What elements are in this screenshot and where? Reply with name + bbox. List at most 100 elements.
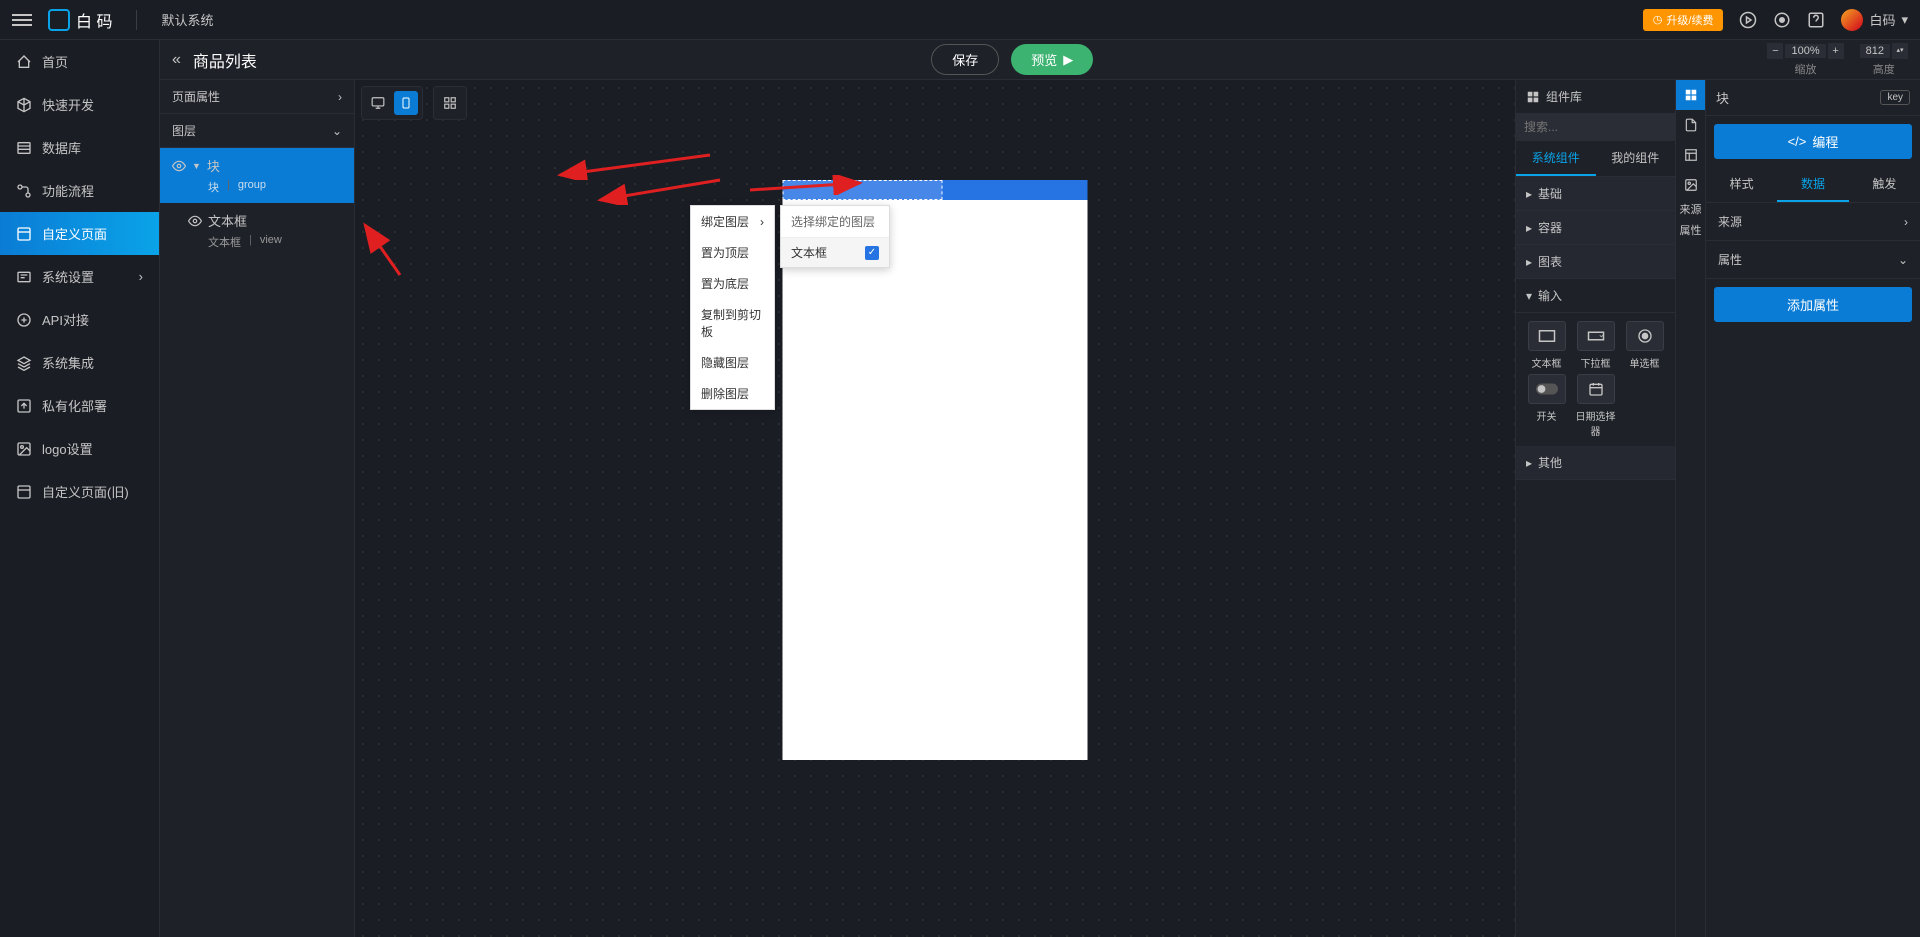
save-button[interactable]: 保存: [931, 44, 999, 75]
tool-source[interactable]: 来源: [1676, 200, 1705, 221]
tab-trigger[interactable]: 触发: [1849, 167, 1920, 202]
submenu-header: 选择绑定的图层: [781, 206, 889, 238]
annotation-arrow: [355, 220, 405, 280]
ctx-to-top[interactable]: 置为顶层: [691, 237, 774, 268]
upgrade-button[interactable]: ◷ 升级/续费: [1643, 9, 1724, 31]
desktop-button[interactable]: [366, 91, 390, 115]
logo-icon: [48, 9, 70, 31]
radio-icon: [1637, 328, 1653, 344]
widgets-icon: [1526, 90, 1540, 104]
comp-search: [1516, 114, 1675, 141]
zoom-in-button[interactable]: +: [1828, 43, 1844, 59]
comp-datepicker[interactable]: 日期选择器: [1573, 374, 1618, 438]
layer-item-block[interactable]: ▼ 块 块|group: [160, 148, 354, 203]
page-icon: [16, 226, 32, 242]
layer-panel: 页面属性› 图层⌄ ▼ 块 块|group 文本框 文本框|view: [160, 80, 355, 937]
tab-style[interactable]: 样式: [1706, 167, 1777, 202]
sidebar-item-database[interactable]: 数据库: [0, 126, 159, 169]
comp-radio[interactable]: 单选框: [1622, 321, 1667, 370]
tool-image[interactable]: [1676, 170, 1706, 200]
ctx-bind-layer[interactable]: 绑定图层›: [691, 206, 774, 237]
sidebar-item-custompage-old[interactable]: 自定义页面(旧): [0, 470, 159, 513]
tool-doc[interactable]: [1676, 110, 1706, 140]
chevron-down-icon: ▾: [1901, 12, 1908, 28]
width-control: 812 ▴▾ 高度: [1860, 43, 1908, 77]
sidebar-item-deploy[interactable]: 私有化部署: [0, 384, 159, 427]
canvas[interactable]: 绑定图层› 置为顶层 置为底层 复制到剪切板 隐藏图层 删除图层 选择绑定的图层…: [355, 80, 1515, 937]
help-icon[interactable]: [1807, 11, 1825, 29]
props-attr-row[interactable]: 属性⌄: [1706, 241, 1920, 279]
calendar-icon: [1588, 381, 1604, 397]
comp-cat-input[interactable]: ▾输入: [1516, 279, 1675, 313]
comp-textfield[interactable]: 文本框: [1524, 321, 1569, 370]
props-source-row[interactable]: 来源›: [1706, 203, 1920, 241]
layer-item-text[interactable]: 文本框 文本框|view: [160, 203, 354, 258]
play-circle-icon[interactable]: [1739, 11, 1757, 29]
comp-dropdown[interactable]: 下拉框: [1573, 321, 1618, 370]
tab-data[interactable]: 数据: [1777, 167, 1848, 202]
eye-icon[interactable]: [188, 214, 202, 228]
sidebar-item-integration[interactable]: 系统集成: [0, 341, 159, 384]
doc-icon: [1684, 118, 1698, 132]
comp-cat-chart[interactable]: ▸图表: [1516, 245, 1675, 279]
comp-switch[interactable]: 开关: [1524, 374, 1569, 438]
tab-my-comp[interactable]: 我的组件: [1596, 141, 1676, 176]
back-icon[interactable]: «: [172, 51, 181, 69]
comp-grid: 文本框 下拉框 单选框 开关 日期选择器: [1516, 313, 1675, 446]
eye-icon[interactable]: [172, 159, 186, 173]
sidebar-item-api[interactable]: API对接: [0, 298, 159, 341]
sidebar-item-logo[interactable]: logo设置: [0, 427, 159, 470]
system-name[interactable]: 默认系统: [161, 10, 213, 29]
sidebar-item-settings[interactable]: 系统设置›: [0, 255, 159, 298]
page-attr-row[interactable]: 页面属性›: [160, 80, 354, 114]
caret-right-icon: ▸: [1526, 456, 1532, 470]
user-menu[interactable]: 白码 ▾: [1841, 9, 1908, 31]
sidebar-item-flow[interactable]: 功能流程: [0, 169, 159, 212]
sync-icon[interactable]: [1773, 11, 1791, 29]
chevron-right-icon: ›: [139, 269, 143, 284]
tab-system-comp[interactable]: 系统组件: [1516, 141, 1596, 176]
grid-button[interactable]: [438, 91, 462, 115]
image-icon: [1684, 178, 1698, 192]
width-stepper[interactable]: ▴▾: [1892, 43, 1908, 59]
ctx-to-bottom[interactable]: 置为底层: [691, 268, 774, 299]
caret-right-icon: ▸: [1526, 221, 1532, 235]
preview-button[interactable]: 预览▶: [1011, 44, 1093, 75]
code-icon: </>: [1788, 134, 1807, 149]
width-label: 高度: [1873, 61, 1895, 77]
flow-icon: [16, 183, 32, 199]
canvas-text-selection[interactable]: [783, 180, 943, 200]
annotation-arrow: [555, 150, 715, 180]
sidebar-item-custompage[interactable]: 自定义页面: [0, 212, 159, 255]
comp-cat-container[interactable]: ▸容器: [1516, 211, 1675, 245]
mobile-button[interactable]: [394, 91, 418, 115]
width-value[interactable]: 812: [1860, 44, 1890, 58]
comp-cat-other[interactable]: ▸其他: [1516, 446, 1675, 480]
key-badge[interactable]: key: [1880, 90, 1910, 105]
chevron-down-icon: ⌄: [1898, 253, 1908, 267]
menu-icon[interactable]: [12, 10, 32, 30]
ctx-hide[interactable]: 隐藏图层: [691, 347, 774, 378]
sidebar-item-quickdev[interactable]: 快速开发: [0, 83, 159, 126]
caret-right-icon: ▸: [1526, 187, 1532, 201]
context-submenu: 选择绑定的图层 文本框✓: [780, 205, 890, 268]
logo[interactable]: 白 码: [48, 8, 112, 32]
ctx-delete[interactable]: 删除图层: [691, 378, 774, 409]
tool-layout[interactable]: [1676, 140, 1706, 170]
dropdown-icon: [1587, 329, 1605, 343]
tool-attr[interactable]: 属性: [1676, 221, 1705, 242]
add-property-button[interactable]: 添加属性: [1714, 287, 1912, 322]
layer-row[interactable]: 图层⌄: [160, 114, 354, 148]
caret-down-icon[interactable]: ▼: [192, 161, 201, 171]
submenu-item-text[interactable]: 文本框✓: [781, 238, 889, 267]
sidebar-item-home[interactable]: 首页: [0, 40, 159, 83]
search-input[interactable]: [1516, 114, 1687, 140]
code-button[interactable]: </>编程: [1714, 124, 1912, 159]
comp-cat-basic[interactable]: ▸基础: [1516, 177, 1675, 211]
tool-grid[interactable]: [1676, 80, 1706, 110]
zoom-out-button[interactable]: −: [1767, 43, 1783, 59]
zoom-value[interactable]: 100%: [1785, 44, 1825, 58]
ctx-copy[interactable]: 复制到剪切板: [691, 299, 774, 347]
canvas-block[interactable]: [783, 180, 1088, 200]
api-icon: [16, 312, 32, 328]
